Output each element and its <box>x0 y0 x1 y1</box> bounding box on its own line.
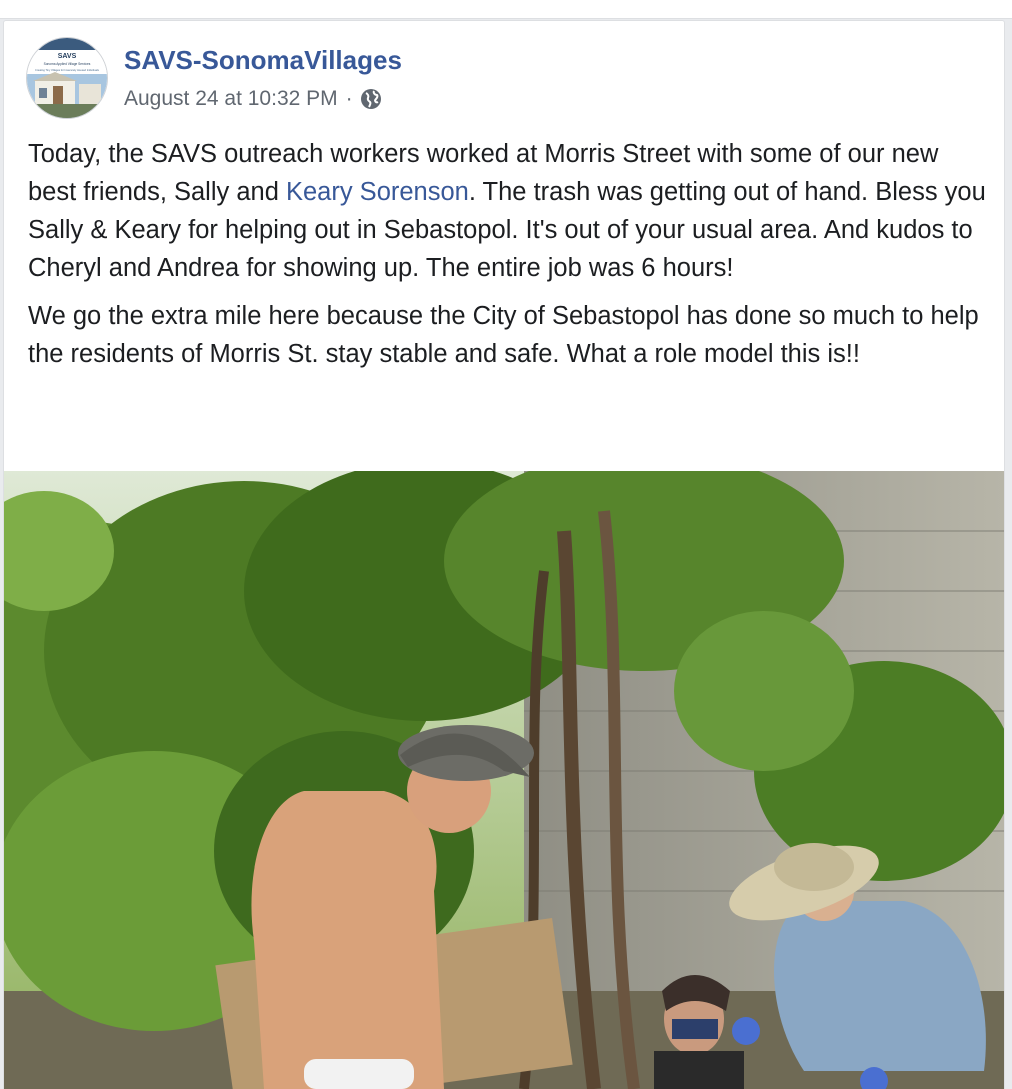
post-text: Today, the SAVS outreach workers worked … <box>28 135 988 383</box>
post-photo[interactable] <box>4 471 1004 1089</box>
post-paragraph-2: We go the extra mile here because the Ci… <box>28 302 979 368</box>
previous-post-edge <box>0 0 1012 19</box>
post-timestamp[interactable]: August 24 at 10:32 PM <box>124 87 338 111</box>
post-header: SAVS Sonoma Applied Village Services Cre… <box>4 21 1004 121</box>
mention-link[interactable]: Keary Sorenson <box>286 178 469 206</box>
page-avatar[interactable]: SAVS Sonoma Applied Village Services Cre… <box>26 37 108 119</box>
outdoor-cleanup-photo <box>4 471 1004 1089</box>
logo-tagline: Creating Tiny Villages for Insecurely Ho… <box>35 68 100 72</box>
logo-title: SAVS <box>58 53 77 60</box>
post-meta: August 24 at 10:32 PM · <box>124 85 383 113</box>
savs-logo-icon: SAVS Sonoma Applied Village Services Cre… <box>27 38 107 118</box>
logo-subtitle: Sonoma Applied Village Services <box>44 62 91 66</box>
globe-icon[interactable] <box>359 87 383 111</box>
page-name-link[interactable]: SAVS-SonomaVillages <box>124 45 402 76</box>
meta-separator: · <box>345 87 353 110</box>
post-card: SAVS Sonoma Applied Village Services Cre… <box>3 20 1005 1089</box>
post-paragraph-1: Today, the SAVS outreach workers worked … <box>28 135 988 287</box>
